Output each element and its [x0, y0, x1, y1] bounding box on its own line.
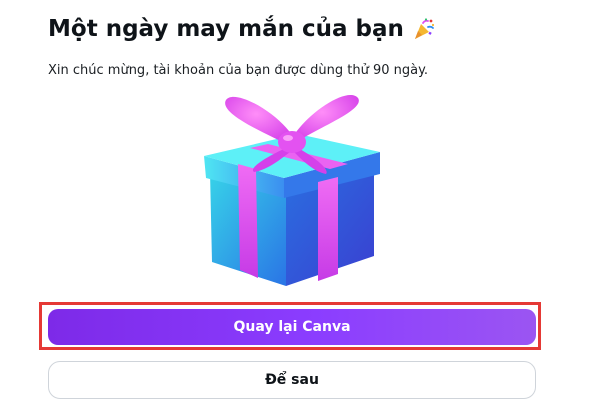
title-row: Một ngày may mắn của bạn [48, 16, 436, 42]
later-button[interactable]: Để sau [48, 361, 536, 399]
back-to-canva-button[interactable]: Quay lại Canva [48, 309, 536, 345]
dialog-subtitle: Xin chúc mừng, tài khoản của bạn được dù… [48, 63, 429, 78]
party-popper-icon [412, 17, 436, 41]
dialog-title: Một ngày may mắn của bạn [48, 16, 404, 42]
trial-success-dialog: Một ngày may mắn của bạn Xin chúc mừng, … [0, 0, 600, 400]
gift-box-icon [198, 94, 384, 290]
